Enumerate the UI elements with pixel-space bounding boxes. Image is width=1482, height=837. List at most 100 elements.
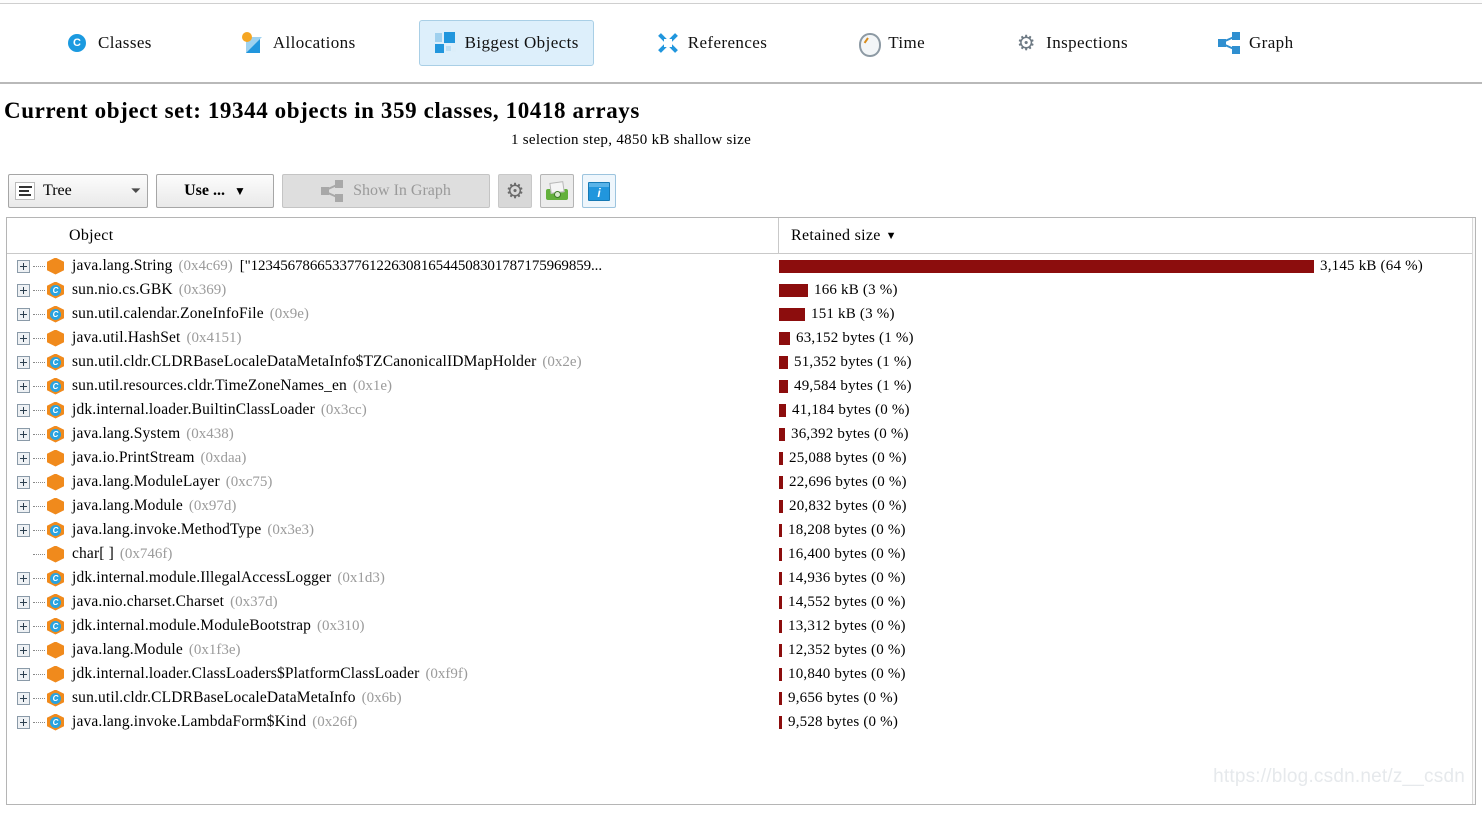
table-row[interactable]: java.lang.Module (0x1f3e) 12,352 bytes (0 … — [7, 638, 1475, 662]
expand-toggle-icon[interactable] — [17, 403, 30, 417]
table-row[interactable]: Csun.nio.cs.GBK (0x369) 166 kB (3 %) — [7, 278, 1475, 302]
table-row[interactable]: Cjava.lang.invoke.MethodType (0x3e3) 18,20… — [7, 518, 1475, 542]
retained-size-bar — [779, 691, 782, 705]
expand-toggle-icon[interactable] — [17, 643, 30, 657]
tab-label: Allocations — [272, 33, 356, 52]
tab-label: References — [687, 33, 768, 52]
table-row[interactable]: java.util.HashSet (0x4151) 63,152 bytes (1… — [7, 326, 1475, 350]
tab-time[interactable]: Time — [842, 20, 940, 66]
table-row[interactable]: Cjava.lang.System (0x438) 36,392 bytes (0 … — [7, 422, 1475, 446]
expand-toggle-icon[interactable] — [17, 595, 30, 609]
table-row[interactable]: Cjdk.internal.module.IllegalAccessLogger… — [7, 566, 1475, 590]
expand-toggle-icon[interactable] — [17, 307, 30, 321]
gear-icon: ⚙ — [1016, 31, 1036, 55]
vertical-scrollbar[interactable] — [1472, 218, 1475, 804]
expand-toggle-icon[interactable] — [17, 715, 30, 729]
instance-icon — [46, 329, 65, 348]
column-header-object[interactable]: Object — [7, 218, 779, 253]
expand-toggle-icon[interactable] — [17, 379, 30, 393]
table-row[interactable]: Cjava.lang.invoke.LambdaForm$Kind (0x26f)… — [7, 710, 1475, 734]
expand-toggle-icon[interactable] — [17, 259, 30, 273]
tab-biggest-objects[interactable]: Biggest Objects — [418, 20, 594, 66]
expand-toggle-icon[interactable] — [17, 667, 30, 681]
table-row[interactable]: java.lang.Module (0x97d) 20,832 bytes (0 %… — [7, 494, 1475, 518]
cell-retained-size: 41,184 bytes (0 %) — [779, 398, 1475, 422]
expand-toggle-icon[interactable] — [17, 427, 30, 441]
use-button[interactable]: Use ... ▼ — [156, 174, 274, 208]
tree-icon — [15, 182, 35, 200]
tree-connector — [33, 505, 45, 507]
expand-toggle-icon[interactable] — [17, 523, 30, 537]
cell-object: Cjdk.internal.module.ModuleBootstrap (0x3… — [7, 614, 779, 638]
cell-object: java.lang.Module (0x1f3e) — [7, 638, 779, 662]
column-header-retained-size[interactable]: Retained size ▼ — [779, 218, 1475, 253]
cell-object: Csun.util.calendar.ZoneInfoFile (0x9e) — [7, 302, 779, 326]
view-mode-select[interactable]: Tree ⏷ — [8, 174, 148, 208]
cell-retained-size: 12,352 bytes (0 %) — [779, 638, 1475, 662]
snapshot-button[interactable] — [540, 174, 574, 208]
table-row[interactable]: java.io.PrintStream (0xdaa) 25,088 bytes (… — [7, 446, 1475, 470]
object-address: (0x1e) — [352, 377, 393, 394]
tree-connector — [33, 673, 45, 675]
object-class-name: java.io.PrintStream — [72, 449, 195, 466]
expand-toggle-icon[interactable] — [17, 451, 30, 465]
expand-toggle-icon[interactable] — [17, 283, 30, 297]
object-address: (0x438) — [186, 425, 234, 442]
table-row[interactable]: Csun.util.resources.cldr.TimeZoneNames_e… — [7, 374, 1475, 398]
tree-connector — [33, 409, 45, 411]
cell-object: java.lang.String (0x4c69) ["12345678665337… — [7, 254, 779, 278]
instance-icon — [46, 449, 65, 468]
tab-graph[interactable]: Graph — [1203, 20, 1308, 66]
cell-object: java.util.HashSet (0x4151) — [7, 326, 779, 350]
table-row[interactable]: Cjdk.internal.module.ModuleBootstrap (0x3… — [7, 614, 1475, 638]
table-row[interactable]: java.lang.String (0x4c69) ["12345678665337… — [7, 254, 1475, 278]
class-icon: C — [46, 713, 65, 732]
object-address: (0x9e) — [269, 305, 309, 322]
class-icon: C — [46, 281, 65, 300]
show-in-graph-button[interactable]: Show In Graph — [282, 174, 490, 208]
tab-classes[interactable]: Classes — [52, 20, 167, 66]
tab-references[interactable]: References — [642, 20, 783, 66]
table-row[interactable]: jdk.internal.loader.ClassLoaders$Platfor… — [7, 662, 1475, 686]
info-window-icon: i — [588, 181, 610, 201]
object-class-name: char[ ] — [72, 545, 114, 562]
table-body: java.lang.String (0x4c69) ["12345678665337… — [7, 254, 1475, 734]
object-address: (0x4c69) — [178, 257, 233, 274]
cell-retained-size: 18,208 bytes (0 %) — [779, 518, 1475, 542]
tab-allocations[interactable]: Allocations — [227, 20, 371, 66]
expand-toggle-icon[interactable] — [17, 499, 30, 513]
object-info-button[interactable]: i — [582, 174, 616, 208]
retained-size-bar — [779, 283, 808, 297]
expand-toggle-icon[interactable] — [17, 691, 30, 705]
expand-toggle-icon[interactable] — [17, 571, 30, 585]
graph-icon — [321, 180, 344, 202]
settings-button[interactable]: ⚙ — [498, 174, 532, 208]
retained-size-bar — [779, 307, 805, 321]
cell-retained-size: 22,696 bytes (0 %) — [779, 470, 1475, 494]
table-row[interactable]: Csun.util.cldr.CLDRBaseLocaleDataMetaInf… — [7, 686, 1475, 710]
retained-size-label: 151 kB (3 %) — [811, 305, 895, 322]
table-row[interactable]: Cjava.nio.charset.Charset (0x37d) 14,552 b… — [7, 590, 1475, 614]
retained-size-label: 25,088 bytes (0 %) — [789, 449, 907, 466]
table-row[interactable]: Csun.util.calendar.ZoneInfoFile (0x9e) 151… — [7, 302, 1475, 326]
table-row[interactable]: Cjdk.internal.loader.BuiltinClassLoader (… — [7, 398, 1475, 422]
retained-size-label: 63,152 bytes (1 %) — [796, 329, 914, 346]
cell-retained-size: 14,936 bytes (0 %) — [779, 566, 1475, 590]
retained-size-bar — [779, 355, 788, 369]
tab-inspections[interactable]: ⚙ Inspections — [1000, 20, 1143, 66]
table-row[interactable]: java.lang.ModuleLayer (0xc75) 22,696 bytes… — [7, 470, 1475, 494]
retained-size-label: 14,552 bytes (0 %) — [788, 593, 906, 610]
cell-retained-size: 13,312 bytes (0 %) — [779, 614, 1475, 638]
expand-toggle-icon[interactable] — [17, 355, 30, 369]
expand-toggle-icon[interactable] — [17, 331, 30, 345]
instance-icon — [46, 545, 65, 564]
class-icon: C — [46, 353, 65, 372]
cell-retained-size: 3,145 kB (64 %) — [779, 254, 1475, 278]
expand-toggle-icon[interactable] — [17, 475, 30, 489]
table-row[interactable]: char[ ] (0x746f) 16,400 bytes (0 %) — [7, 542, 1475, 566]
class-icon: C — [46, 569, 65, 588]
page-subtitle: 1 selection step, 4850 kB shallow size — [510, 132, 752, 148]
table-row[interactable]: Csun.util.cldr.CLDRBaseLocaleDataMetaInf… — [7, 350, 1475, 374]
view-mode-label: Tree — [43, 182, 72, 199]
expand-toggle-icon[interactable] — [17, 619, 30, 633]
